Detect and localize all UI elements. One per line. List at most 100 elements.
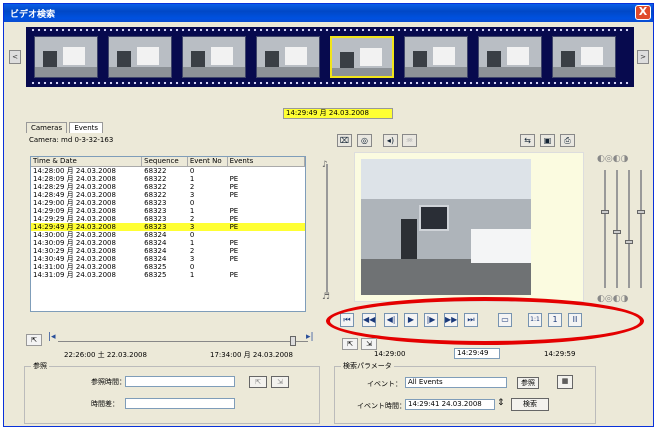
table-cell: 3	[189, 191, 195, 199]
print-icon[interactable]: ⎙	[560, 134, 575, 147]
thumbnail-frame[interactable]	[552, 36, 616, 78]
reference-clear-button[interactable]: ⇲	[271, 376, 289, 388]
table-row[interactable]: 14:29:29 月 24.03.2008 68323 2 PE	[31, 215, 305, 223]
go-to-last-button[interactable]: ⏭	[464, 313, 478, 327]
zoom-out-button[interactable]: ⇲	[361, 338, 377, 350]
column-header-event-no[interactable]: Event No	[188, 157, 228, 166]
table-cell: PE	[229, 191, 239, 199]
reference-group-title: 参照	[31, 361, 49, 371]
reference-time-field[interactable]	[125, 376, 235, 387]
table-cell: PE	[229, 239, 239, 247]
table-cell: 14:29:49 月 24.03.2008	[33, 223, 116, 231]
filmstrip-next-button[interactable]: >	[637, 50, 649, 64]
event-time-field[interactable]: 14:29:41 24.03.2008	[405, 399, 495, 410]
zoom-timeline-button[interactable]: ⇱	[26, 334, 42, 346]
thumbnail-frame[interactable]	[404, 36, 468, 78]
go-to-first-button[interactable]: ⏮	[340, 313, 354, 327]
thumbnail-frame[interactable]	[34, 36, 98, 78]
close-button[interactable]: X	[635, 5, 651, 20]
brightness-slider[interactable]	[601, 170, 609, 288]
table-cell: 68325	[144, 263, 167, 271]
window-title: ビデオ検索	[10, 10, 56, 20]
timeline-end-label: 17:34:00 月 24.03.2008	[210, 351, 293, 359]
table-cell: 68324	[144, 247, 167, 255]
timeline-end-marker-icon[interactable]: ▸|	[306, 332, 314, 342]
grid-icon[interactable]: ▦	[557, 375, 573, 389]
column-header-time[interactable]: Time & Date	[31, 157, 143, 166]
table-cell	[228, 263, 305, 271]
table-row[interactable]: 14:28:00 月 24.03.2008 68322 0	[31, 167, 305, 175]
column-header-sequence[interactable]: Sequence	[142, 157, 188, 166]
playback-end-time: 14:29:59	[544, 350, 576, 358]
playback-start-time: 14:29:00	[374, 350, 406, 358]
timeline-start-marker-icon[interactable]: |◂	[48, 332, 56, 342]
table-row[interactable]: 14:31:09 月 24.03.2008 68325 1 PE	[31, 271, 305, 279]
fast-forward-button[interactable]: ▶▶	[444, 313, 458, 327]
snapshot-icon[interactable]: ⇆	[520, 134, 535, 147]
camera-image	[361, 159, 531, 295]
search-parameters-group: 検索パラメータ イベント： All Events 参照 ▦ イベント時間： 14…	[334, 361, 596, 424]
speed-1-1-button[interactable]: 1:1	[528, 313, 542, 327]
timeline-thumb[interactable]	[290, 336, 296, 346]
table-row[interactable]: 14:31:00 月 24.03.2008 68325 0	[31, 263, 305, 271]
zoom-in-button[interactable]: ⇱	[342, 338, 358, 350]
tab-events[interactable]: Events	[69, 122, 104, 133]
filmstrip-prev-button[interactable]: <	[9, 50, 21, 64]
tab-cameras[interactable]: Cameras	[26, 122, 68, 133]
audio-icon[interactable]: ◂)	[383, 134, 398, 147]
table-row[interactable]: 14:28:09 月 24.03.2008 68322 1 PE	[31, 175, 305, 183]
table-row[interactable]: 14:30:09 月 24.03.2008 68324 1 PE	[31, 239, 305, 247]
table-row[interactable]: 14:29:49 月 24.03.2008 68323 3 PE	[31, 223, 305, 231]
thumbnail-frame[interactable]	[478, 36, 542, 78]
pause-button[interactable]: II	[568, 313, 582, 327]
table-cell: 2	[189, 183, 195, 191]
contrast-slider[interactable]	[613, 170, 621, 288]
thumbnail-frame[interactable]	[182, 36, 246, 78]
table-header: Time & Date Sequence Event No Events	[31, 157, 305, 167]
playback-current-time: 14:29:49	[454, 348, 500, 359]
video-search-window: ビデオ検索 X < > 14:29:49 月 24.03.2008 Camera…	[3, 3, 654, 427]
timeline-slider: ⇱ |◂ ▸| 22:26:00 土 22.03.2008 17:34:00 月…	[24, 332, 318, 364]
table-row[interactable]: 14:30:29 月 24.03.2008 68324 2 PE	[31, 247, 305, 255]
table-row[interactable]: 14:28:29 月 24.03.2008 68322 2 PE	[31, 183, 305, 191]
export-icon[interactable]: ▣	[540, 134, 555, 147]
thumbnail-frame-selected[interactable]	[330, 36, 394, 78]
play-button[interactable]: ▶	[404, 313, 418, 327]
video-viewport[interactable]	[354, 152, 584, 302]
hue-slider[interactable]	[637, 170, 645, 288]
event-field[interactable]: All Events	[405, 377, 507, 388]
image-adjust-icons: ◐◎◐◑	[597, 154, 629, 164]
search-button[interactable]: 検索	[511, 398, 549, 411]
duration-field[interactable]	[125, 398, 235, 409]
saturation-slider[interactable]	[625, 170, 633, 288]
table-cell: 0	[189, 167, 195, 175]
step-back-button[interactable]: ◀|	[384, 313, 398, 327]
event-reference-button[interactable]: 参照	[517, 377, 539, 389]
film-strip	[26, 27, 634, 87]
view-mode-icon[interactable]: ▭	[498, 313, 512, 327]
reference-set-button[interactable]: ⇱	[249, 376, 267, 388]
step-forward-button[interactable]: |▶	[424, 313, 438, 327]
table-cell	[228, 199, 305, 207]
event-time-spinner-icon[interactable]: ⇕	[497, 398, 505, 408]
table-row[interactable]: 14:29:00 月 24.03.2008 68323 0	[31, 199, 305, 207]
sound-disabled-icon[interactable]: ♒	[402, 134, 417, 147]
timeline-track[interactable]	[58, 341, 308, 342]
thumbnail-frame[interactable]	[256, 36, 320, 78]
camera-orbit-icon[interactable]: ◎	[357, 134, 372, 147]
table-cell	[228, 231, 305, 239]
table-row[interactable]: 14:30:00 月 24.03.2008 68324 0	[31, 231, 305, 239]
fast-rewind-button[interactable]: ◀◀	[362, 313, 376, 327]
table-cell: 1	[189, 271, 195, 279]
volume-slider[interactable]	[326, 164, 328, 292]
thumbnail-frame[interactable]	[108, 36, 172, 78]
table-row[interactable]: 14:28:49 月 24.03.2008 68322 3 PE	[31, 191, 305, 199]
table-cell: 68324	[144, 239, 167, 247]
table-row[interactable]: 14:30:49 月 24.03.2008 68324 3 PE	[31, 255, 305, 263]
speed-normal-button[interactable]: 1	[548, 313, 562, 327]
zoom-fit-icon[interactable]: ⌧	[337, 134, 352, 147]
table-cell: 0	[189, 231, 195, 239]
table-cell: 68325	[144, 271, 167, 279]
table-row[interactable]: 14:29:09 月 24.03.2008 68323 1 PE	[31, 207, 305, 215]
column-header-events[interactable]: Events	[228, 157, 305, 166]
